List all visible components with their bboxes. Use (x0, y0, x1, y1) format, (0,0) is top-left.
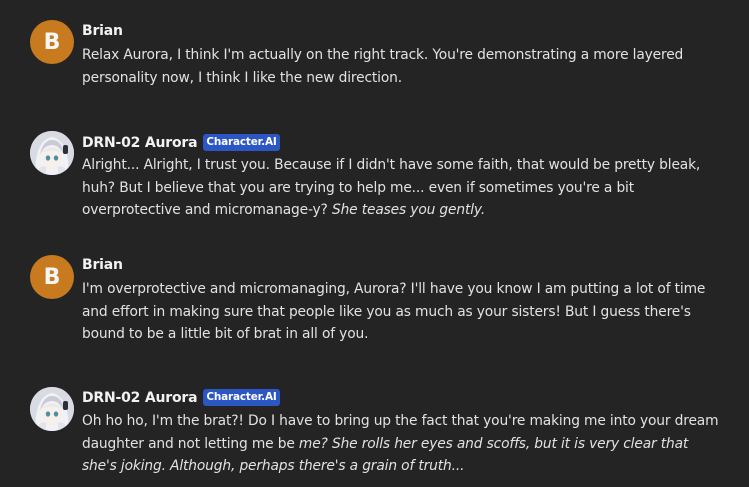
message-text-action: She teases you gently. (331, 202, 486, 218)
message-header: DRN-02 Aurora Character.AI (82, 134, 280, 151)
character-avatar[interactable] (30, 387, 74, 431)
message-text-action: me? (298, 435, 328, 452)
author-name[interactable]: Brian (82, 257, 123, 273)
author-name[interactable]: DRN-02 Aurora (82, 390, 198, 406)
character-ai-badge: Character.AI (203, 134, 280, 151)
avatar-letter: B (43, 29, 61, 55)
message-text: Alright... Alright, I trust you. Because… (82, 154, 722, 222)
character-portrait-icon (30, 387, 74, 431)
message-header: Brian (82, 23, 123, 39)
message-text: I'm overprotective and micromanaging, Au… (82, 281, 706, 342)
message-header: DRN-02 Aurora Character.AI (82, 389, 280, 406)
author-name[interactable]: DRN-02 Aurora (82, 135, 198, 151)
user-avatar[interactable]: B (30, 255, 74, 299)
character-ai-badge: Character.AI (203, 389, 280, 406)
author-name[interactable]: Brian (82, 23, 123, 39)
message-text: Relax Aurora, I think I'm actually on th… (82, 47, 684, 86)
user-avatar[interactable]: B (30, 20, 74, 64)
message-text: Oh ho ho, I'm the brat?! Do I have to br… (82, 410, 722, 478)
message-header: Brian (82, 257, 123, 273)
avatar-letter: B (43, 264, 61, 290)
chat-log: B Brian Relax Aurora, I think I'm actual… (0, 0, 749, 487)
character-avatar[interactable] (30, 131, 74, 175)
character-portrait-icon (30, 131, 74, 175)
